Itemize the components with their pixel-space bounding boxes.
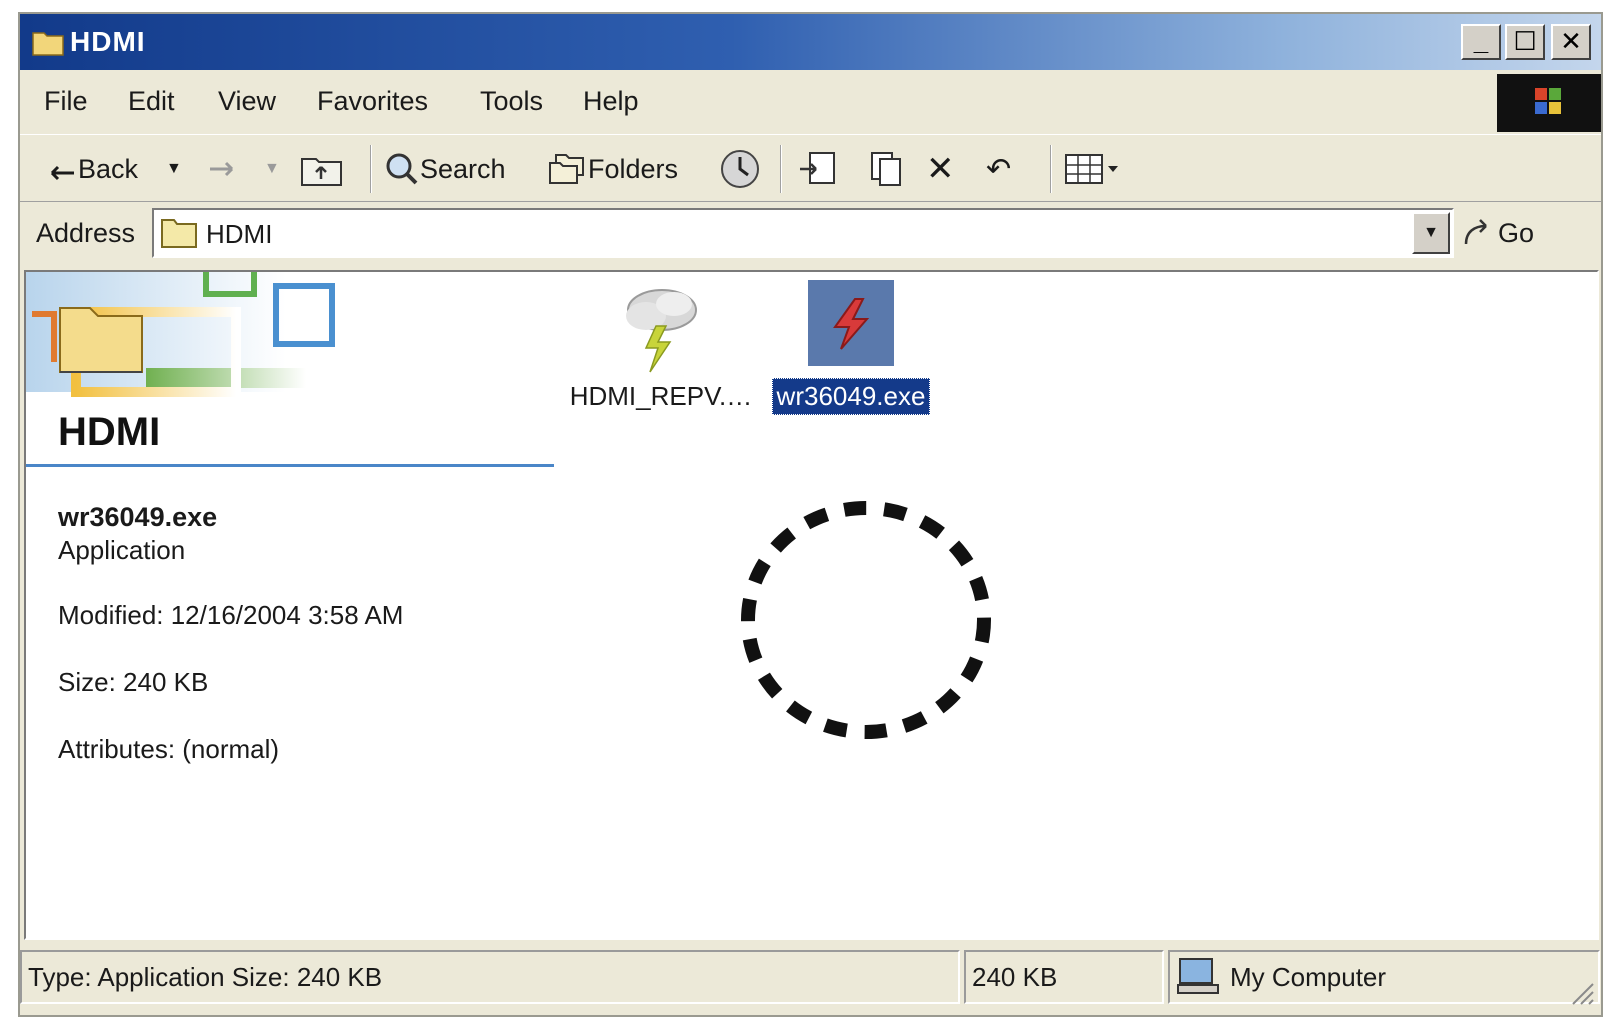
my-computer-icon	[1177, 958, 1219, 994]
go-button[interactable]: Go	[1460, 210, 1534, 256]
file-item-hdmi-repv[interactable]: HDMI_REPV.…	[546, 282, 776, 412]
weather-storm-icon	[626, 289, 697, 373]
forward-arrow-icon	[210, 161, 234, 177]
file-item-wr36049[interactable]: wr36049.exe	[756, 280, 946, 415]
toolbar-separator	[780, 145, 782, 193]
folder-banner-graphic	[26, 272, 335, 397]
folder-icon	[32, 28, 64, 61]
folder-heading: HDMI	[58, 410, 161, 454]
file-name-hdmi-repv: HDMI_REPV.…	[569, 381, 753, 411]
folder-content: HDMI wr36049.exe Application Modified: 1…	[24, 270, 1599, 940]
address-input[interactable]: HDMI ▼	[152, 208, 1454, 258]
search-button[interactable]: Search	[382, 149, 506, 189]
menu-tools[interactable]: Tools	[480, 86, 543, 117]
move-to-button[interactable]	[796, 149, 840, 189]
folders-icon	[549, 154, 584, 184]
menu-favorites[interactable]: Favorites	[317, 86, 428, 117]
status-zone-label: My Computer	[1230, 961, 1387, 992]
up-folder-button[interactable]	[300, 149, 344, 189]
forward-dropdown-button[interactable]: ▼	[264, 149, 280, 189]
back-dropdown-button[interactable]: ▼	[166, 149, 182, 189]
delete-button[interactable]: ✕	[926, 149, 955, 189]
views-button[interactable]	[1064, 149, 1120, 189]
folders-button[interactable]: Folders	[548, 149, 678, 189]
status-size: 240 KB	[964, 950, 1164, 1004]
menu-edit[interactable]: Edit	[128, 86, 175, 117]
up-folder-icon	[301, 158, 342, 186]
address-dropdown-button[interactable]: ▼	[1412, 212, 1450, 254]
title-bar[interactable]: HDMI _ ☐ ✕	[20, 14, 1601, 70]
copy-to-button[interactable]	[862, 149, 906, 189]
selected-file-modified: Modified: 12/16/2004 3:58 AM	[58, 600, 404, 630]
views-grid-icon	[1065, 154, 1118, 184]
window-title: HDMI	[70, 26, 146, 57]
folders-label: Folders	[588, 153, 679, 184]
history-icon	[721, 150, 759, 188]
windows-logo-icon	[1497, 74, 1601, 132]
address-bar: Address HDMI ▼ Go	[20, 202, 1601, 266]
heading-divider	[26, 464, 554, 467]
toolbar-separator	[1050, 145, 1052, 193]
history-button[interactable]	[718, 149, 762, 189]
back-button[interactable]: Back	[44, 149, 138, 189]
highlight-circle-annotation	[741, 501, 991, 739]
menu-file[interactable]: File	[44, 86, 88, 117]
selected-file-type: Application	[58, 535, 186, 565]
undo-button[interactable]: ↶	[986, 149, 1011, 189]
menu-bar: File Edit View Favorites Tools Help	[20, 70, 1601, 134]
undo-icon: ↶	[986, 152, 1012, 186]
selected-file-size: Size: 240 KB	[58, 667, 209, 697]
selected-file-name: wr36049.exe	[58, 502, 218, 532]
maximize-button[interactable]: ☐	[1505, 24, 1545, 60]
selected-file-attributes: Attributes: (normal)	[58, 734, 280, 764]
move-to-icon	[800, 152, 835, 184]
back-label: Back	[78, 153, 139, 184]
file-name-wr36049: wr36049.exe	[771, 378, 931, 415]
delete-x-icon: ✕	[926, 150, 955, 188]
folder-icon	[160, 214, 198, 255]
back-arrow-icon	[50, 165, 74, 181]
copy-to-icon	[871, 152, 901, 186]
minimize-button[interactable]: _	[1461, 24, 1501, 60]
address-label: Address	[36, 218, 136, 248]
go-label: Go	[1498, 217, 1535, 248]
toolbar-separator	[370, 145, 372, 193]
search-icon	[386, 153, 418, 185]
application-exe-icon	[808, 280, 894, 366]
address-value: HDMI	[206, 219, 273, 249]
standard-toolbar: Back ▼ ▼ Search Folders ✕ ↶	[20, 134, 1601, 202]
status-zone: My Computer	[1168, 950, 1600, 1004]
close-button[interactable]: ✕	[1551, 24, 1591, 60]
forward-button[interactable]	[206, 149, 240, 189]
explorer-window: HDMI _ ☐ ✕ File Edit View Favorites Tool…	[18, 12, 1603, 1017]
resize-grip-icon[interactable]	[1565, 976, 1595, 1006]
go-arrow-icon	[1464, 219, 1487, 245]
status-bar: Type: Application Size: 240 KB 240 KB My…	[20, 944, 1601, 1012]
selection-details: wr36049.exe Application Modified: 12/16/…	[58, 502, 403, 765]
status-text: Type: Application Size: 240 KB	[20, 950, 960, 1004]
menu-view[interactable]: View	[218, 86, 276, 117]
menu-help[interactable]: Help	[583, 86, 639, 117]
search-label: Search	[420, 153, 506, 184]
